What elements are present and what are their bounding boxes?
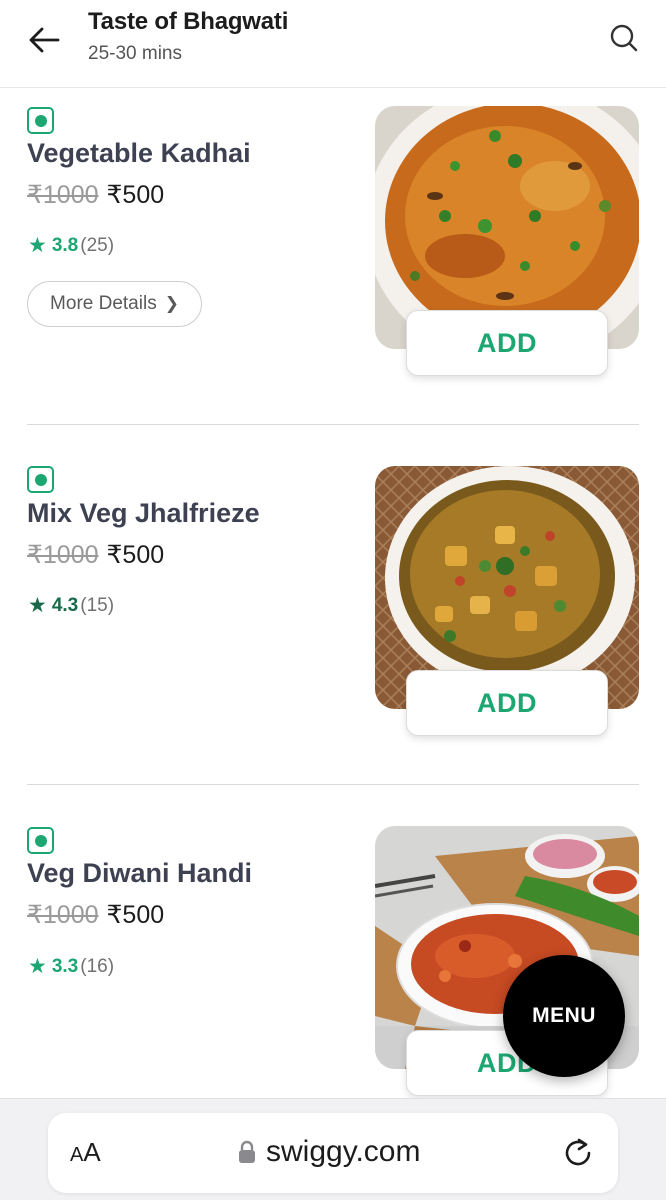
url-display[interactable]: swiggy.com <box>238 1135 420 1169</box>
dish-rating: ★ 4.3 (15) <box>28 593 114 618</box>
text-size-button[interactable]: AA <box>70 1137 101 1168</box>
address-bar[interactable]: AA swiggy.com <box>48 1113 618 1193</box>
dish-price: ₹1000 ₹500 <box>27 900 164 930</box>
app-header: Taste of Bhagwati 25-30 mins <box>0 0 666 88</box>
dish-name: Mix Veg Jhalfrieze <box>27 498 260 528</box>
browser-toolbar: AA swiggy.com <box>0 1098 666 1200</box>
reload-icon[interactable] <box>562 1135 598 1171</box>
chevron-right-icon: ❯ <box>164 294 179 313</box>
original-price: ₹1000 <box>27 541 99 569</box>
discounted-price: ₹500 <box>106 541 165 569</box>
original-price: ₹1000 <box>27 181 99 209</box>
more-details-label: More Details <box>50 293 157 314</box>
star-icon: ★ <box>28 594 47 617</box>
dish-rating: ★ 3.8 (25) <box>28 233 114 258</box>
back-arrow-icon[interactable] <box>26 22 62 58</box>
star-icon: ★ <box>28 234 47 257</box>
delivery-time: 25-30 mins <box>88 43 182 64</box>
add-button[interactable]: ADD <box>406 310 608 376</box>
dish-name: Veg Diwani Handi <box>27 858 253 888</box>
dish-rating: ★ 3.3 (16) <box>28 954 114 979</box>
discounted-price: ₹500 <box>106 901 165 929</box>
text-size-small-label: A <box>70 1144 84 1166</box>
dish-price: ₹1000 ₹500 <box>27 540 164 570</box>
divider <box>27 784 639 785</box>
veg-indicator-icon <box>27 466 54 493</box>
veg-indicator-icon <box>27 827 54 854</box>
url-label: swiggy.com <box>266 1135 421 1168</box>
divider <box>27 424 639 425</box>
star-icon: ★ <box>28 955 47 978</box>
rating-count: (15) <box>80 594 115 616</box>
text-size-large-label: A <box>83 1137 101 1167</box>
discounted-price: ₹500 <box>106 181 165 209</box>
search-icon[interactable] <box>604 18 644 58</box>
original-price: ₹1000 <box>27 901 99 929</box>
rating-value: 3.3 <box>51 955 79 977</box>
rating-count: (16) <box>80 955 115 977</box>
dish-price: ₹1000 ₹500 <box>27 180 164 210</box>
rating-count: (25) <box>80 234 115 256</box>
restaurant-title: Taste of Bhagwati <box>88 8 289 35</box>
menu-button[interactable]: MENU <box>503 955 625 1077</box>
rating-value: 3.8 <box>51 234 79 256</box>
rating-value: 4.3 <box>51 594 79 616</box>
dish-name: Vegetable Kadhai <box>27 138 251 168</box>
lock-icon <box>238 1140 256 1164</box>
more-details-button[interactable]: More Details ❯ <box>27 281 202 327</box>
veg-indicator-icon <box>27 107 54 134</box>
add-button[interactable]: ADD <box>406 670 608 736</box>
